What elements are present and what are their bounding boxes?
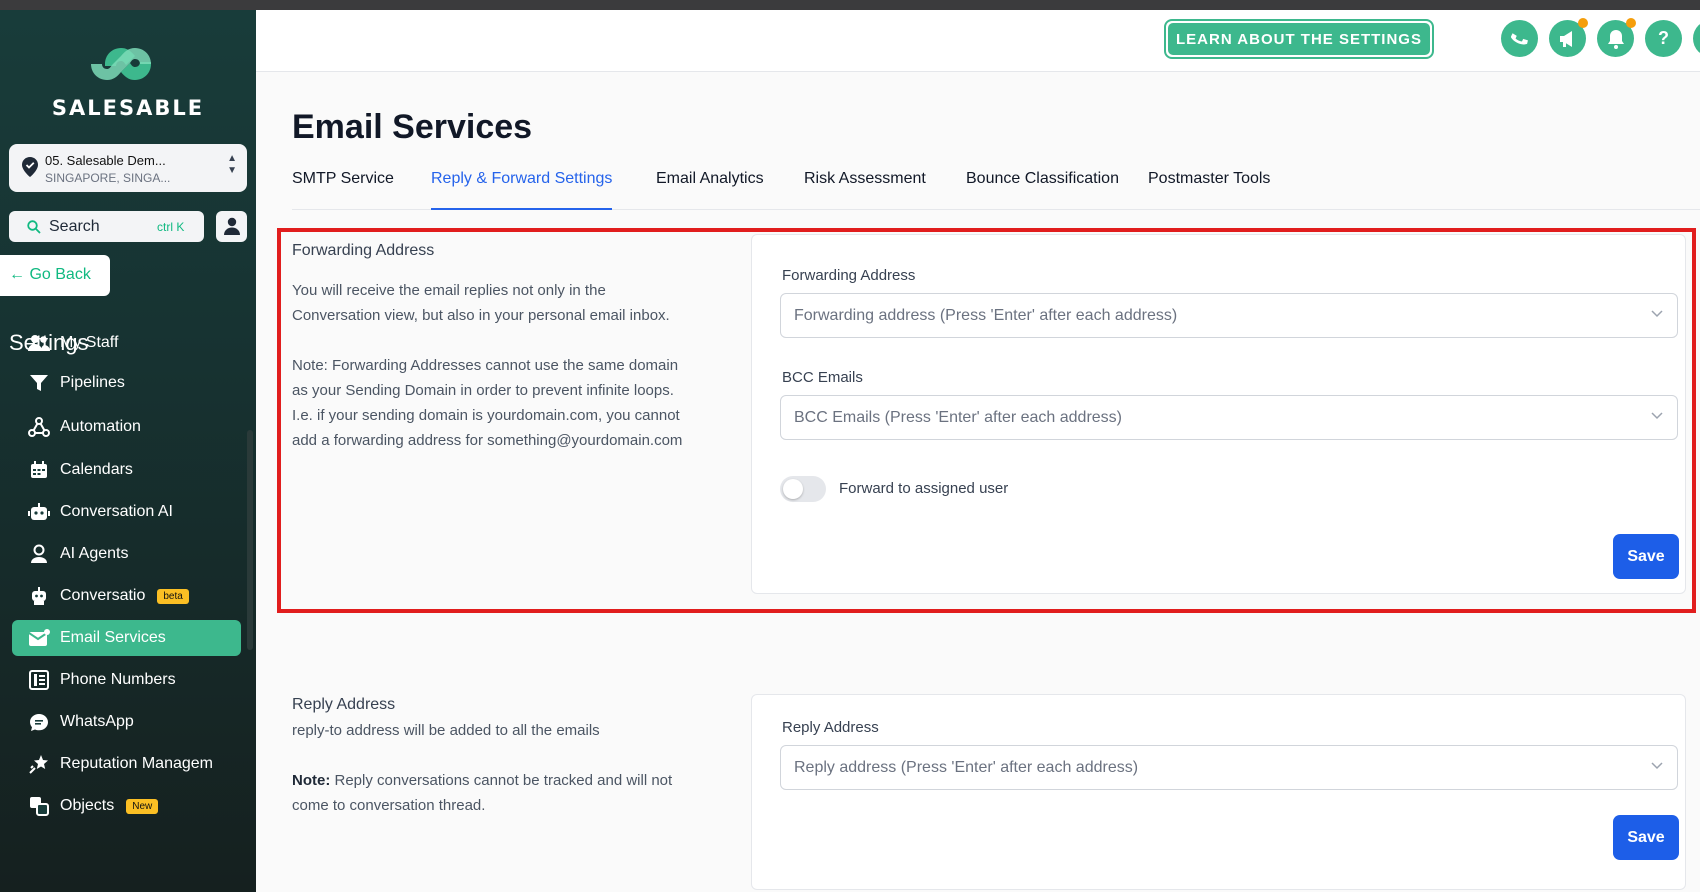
- search-icon: [27, 220, 41, 234]
- bell-icon[interactable]: [1597, 18, 1636, 57]
- tab-smtp-service[interactable]: SMTP Service: [292, 170, 394, 210]
- sidebar-item-label: My Staff: [60, 334, 119, 351]
- reply-card: Reply Address Reply address (Press 'Ente…: [751, 694, 1686, 890]
- phone-icon[interactable]: [1501, 20, 1538, 57]
- robot-icon: [28, 501, 50, 523]
- tab-postmaster-tools[interactable]: Postmaster Tools: [1148, 170, 1270, 210]
- top-header: LEARN ABOUT THE SETTINGS ?: [256, 10, 1700, 72]
- infinity-logo-icon: [91, 48, 151, 80]
- go-back-button[interactable]: ← Go Back: [0, 255, 110, 296]
- sidebar-scrollbar[interactable]: [247, 430, 253, 650]
- sidebar-item-ai-agents[interactable]: AI Agents: [12, 536, 241, 572]
- reply-note-bold: Note:: [292, 772, 331, 789]
- agent-icon: [28, 543, 50, 565]
- phone-book-icon: [28, 669, 50, 691]
- tab-reply-forward-settings[interactable]: Reply & Forward Settings: [431, 170, 613, 210]
- sidebar-item-phone-numbers[interactable]: Phone Numbers: [12, 662, 241, 698]
- sidebar-item-label: Calendars: [60, 461, 133, 478]
- location-switcher[interactable]: 05. Salesable Dem... SINGAPORE, SINGA...…: [9, 144, 247, 192]
- objects-icon: [28, 795, 50, 817]
- sidebar-item-label: Email Services: [60, 629, 166, 646]
- reply-note-line: come to conversation thread.: [292, 797, 486, 814]
- tab-email-analytics[interactable]: Email Analytics: [656, 170, 764, 210]
- sidebar-item-my-staff[interactable]: My Staff: [12, 325, 241, 361]
- sidebar-item-label: Objects: [60, 797, 115, 814]
- sidebar-item-label: Automation: [60, 418, 141, 435]
- profile-avatar[interactable]: [1693, 20, 1700, 57]
- notification-dot: [1578, 18, 1588, 28]
- sidebar-item-label: Reputation Managem: [60, 755, 213, 772]
- search-button[interactable]: Search ctrl K: [9, 211, 204, 242]
- brand-logo[interactable]: SALESABLE: [0, 40, 256, 120]
- arrow-left-icon: ←: [9, 266, 25, 283]
- window-top-strip: [0, 0, 1700, 10]
- new-badge: New: [126, 798, 159, 814]
- staff-icon: [28, 332, 50, 354]
- sidebar-item-label: Pipelines: [60, 374, 125, 391]
- search-label: Search: [49, 218, 100, 235]
- sidebar: SALESABLE 05. Salesable Dem... SINGAPORE…: [0, 10, 256, 892]
- reply-address-select[interactable]: Reply address (Press 'Enter' after each …: [780, 745, 1678, 790]
- reply-address-placeholder: Reply address (Press 'Enter' after each …: [794, 759, 1139, 776]
- email-icon: [28, 627, 50, 649]
- sidebar-item-objects[interactable]: Objects New: [12, 788, 241, 824]
- location-pin-icon: [22, 157, 38, 177]
- sidebar-item-reputation[interactable]: Reputation Managem: [12, 746, 241, 782]
- reply-note-text: Reply conversations cannot be tracked an…: [330, 772, 673, 789]
- automation-icon: [28, 416, 50, 438]
- sidebar-item-conversation-ai[interactable]: Conversation AI: [12, 494, 241, 530]
- chevron-down-icon: [1651, 762, 1663, 770]
- sidebar-item-label: WhatsApp: [60, 713, 134, 730]
- brand-name: SALESABLE: [51, 96, 205, 120]
- reply-heading: Reply Address: [292, 696, 396, 713]
- sidebar-item-calendars[interactable]: Calendars: [12, 452, 241, 488]
- beta-badge: beta: [157, 588, 189, 604]
- sidebar-item-conversatio[interactable]: Conversatio beta: [12, 578, 241, 614]
- reply-save-button[interactable]: Save: [1613, 815, 1679, 860]
- sidebar-item-label: Phone Numbers: [60, 671, 176, 688]
- sidebar-item-label: AI Agents: [60, 545, 129, 562]
- search-shortcut: ctrl K: [157, 220, 185, 234]
- page-title: Email Services: [292, 108, 533, 146]
- sidebar-item-automation[interactable]: Automation: [12, 409, 241, 445]
- reply-description: reply-to address will be added to all th…: [292, 722, 600, 739]
- sidebar-item-label: Conversation AI: [60, 503, 173, 520]
- funnel-icon: [28, 372, 50, 394]
- calendar-icon: [28, 459, 50, 481]
- profile-button[interactable]: [216, 211, 247, 242]
- notification-dot: [1626, 18, 1636, 28]
- user-icon: [224, 217, 240, 235]
- go-back-label: Go Back: [29, 266, 91, 283]
- reply-note: Note: Reply conversations cannot be trac…: [292, 768, 712, 818]
- location-name: 05. Salesable Dem...: [45, 153, 166, 168]
- megaphone-icon[interactable]: [1549, 18, 1588, 57]
- highlight-box: [277, 228, 1696, 613]
- help-icon[interactable]: ?: [1645, 20, 1682, 57]
- learn-settings-label: LEARN ABOUT THE SETTINGS: [1168, 23, 1430, 55]
- star-icon: [28, 753, 50, 775]
- reply-field-label: Reply Address: [782, 719, 879, 736]
- tab-risk-assessment[interactable]: Risk Assessment: [804, 170, 926, 210]
- tab-bar: SMTP Service Reply & Forward Settings Em…: [292, 170, 1700, 210]
- bot-icon: [28, 585, 50, 607]
- location-region: SINGAPORE, SINGA...: [45, 171, 171, 185]
- learn-settings-button[interactable]: LEARN ABOUT THE SETTINGS: [1164, 19, 1434, 59]
- sidebar-item-whatsapp[interactable]: WhatsApp: [12, 704, 241, 740]
- sidebar-item-label: Conversatio: [60, 587, 146, 604]
- chevron-updown-icon: ▲ ▼: [227, 153, 237, 176]
- sidebar-item-pipelines[interactable]: Pipelines: [12, 365, 241, 401]
- tab-bounce-classification[interactable]: Bounce Classification: [966, 170, 1119, 210]
- chat-icon: [28, 711, 50, 733]
- sidebar-item-email-services[interactable]: Email Services: [12, 620, 241, 656]
